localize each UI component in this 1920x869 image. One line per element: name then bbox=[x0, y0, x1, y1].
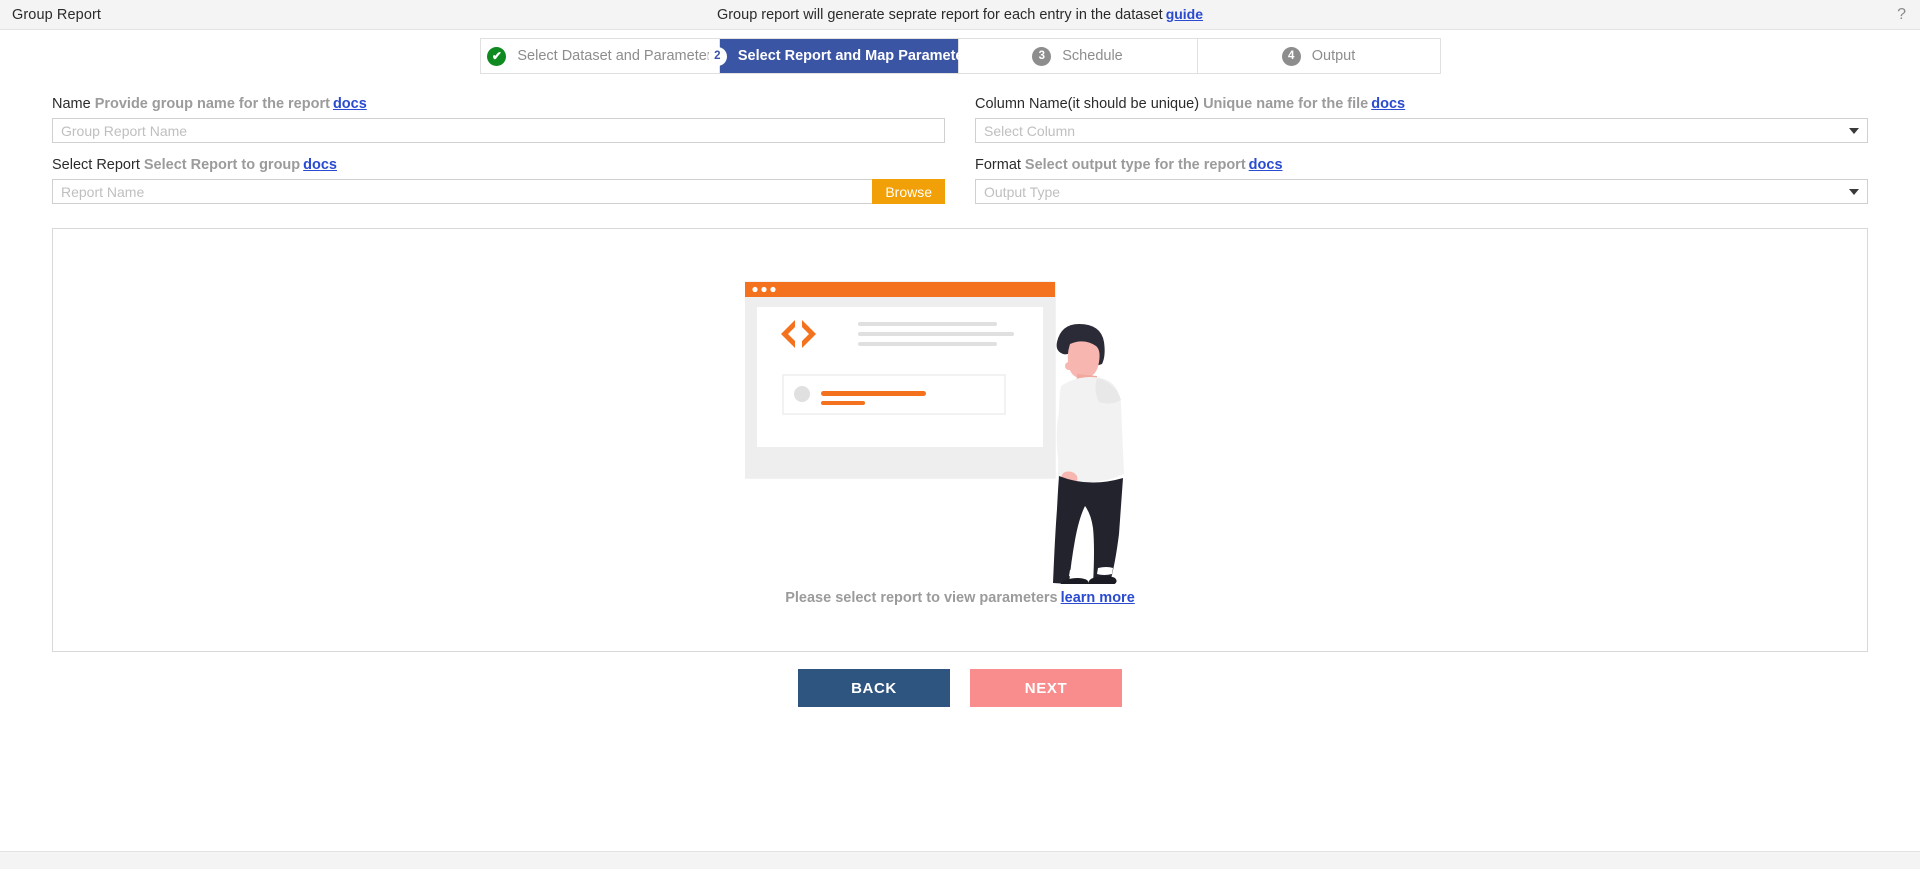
page-title: Group Report bbox=[12, 6, 102, 23]
field-format-label-row: Format Select output type for the report d… bbox=[975, 157, 1868, 173]
wizard-stepper: ✔ Select Dataset and Parameter 2 Select … bbox=[479, 38, 1441, 74]
form-column-left: Name Provide group name for the report doc… bbox=[52, 96, 945, 218]
select-column-dropdown[interactable] bbox=[975, 118, 1868, 143]
help-icon[interactable]: ? bbox=[1897, 6, 1906, 23]
field-column-name-label-row: Column Name(it should be unique) Unique n… bbox=[975, 96, 1868, 112]
check-circle-icon: ✔ bbox=[487, 46, 507, 66]
bottom-status-strip bbox=[0, 851, 1920, 869]
field-column-name: Column Name(it should be unique) Unique n… bbox=[975, 96, 1868, 143]
field-select-report-hint: Select Report to group bbox=[143, 157, 301, 173]
form-column-right: Column Name(it should be unique) Unique n… bbox=[975, 96, 1868, 218]
parameters-empty-state-panel: Please select report to view parameters l… bbox=[52, 228, 1868, 652]
app-header: Group Report Group report will generate … bbox=[0, 0, 1920, 30]
wizard-footer: BACK NEXT bbox=[0, 669, 1920, 707]
form-grid: Name Provide group name for the report doc… bbox=[52, 96, 1868, 218]
select-column-wrap bbox=[975, 118, 1868, 143]
step-label: Select Report and Map Parameter bbox=[737, 48, 970, 64]
header-description: Group report will generate seprate repor… bbox=[716, 7, 1163, 23]
field-format: Format Select output type for the report d… bbox=[975, 157, 1868, 204]
field-format-label: Format bbox=[975, 157, 1021, 173]
field-name: Name Provide group name for the report doc… bbox=[52, 96, 945, 143]
form-section: Name Provide group name for the report doc… bbox=[0, 74, 1920, 218]
field-name-label: Name bbox=[52, 96, 91, 112]
step-schedule[interactable]: 3 Schedule bbox=[958, 39, 1198, 73]
step-select-report-and-map-parameter[interactable]: 2 Select Report and Map Parameter bbox=[707, 39, 969, 73]
field-select-report-label: Select Report bbox=[52, 157, 140, 173]
field-select-report-label-row: Select Report Select Report to group docs bbox=[52, 157, 945, 173]
docs-link-name[interactable]: docs bbox=[333, 96, 367, 112]
field-name-hint: Provide group name for the report bbox=[94, 96, 330, 112]
field-name-label-row: Name Provide group name for the report doc… bbox=[52, 96, 945, 112]
step-number-badge: 2 bbox=[707, 46, 727, 66]
docs-link-format[interactable]: docs bbox=[1249, 157, 1283, 173]
field-column-name-label: Column Name(it should be unique) bbox=[975, 96, 1200, 112]
output-type-dropdown[interactable] bbox=[975, 179, 1868, 204]
step-label: Output bbox=[1311, 48, 1356, 64]
back-button[interactable]: BACK bbox=[798, 669, 950, 707]
docs-link-column-name[interactable]: docs bbox=[1371, 96, 1405, 112]
report-name-input[interactable] bbox=[52, 179, 873, 204]
step-number-badge: 3 bbox=[1032, 46, 1052, 66]
step-number-badge: 4 bbox=[1281, 46, 1301, 66]
field-select-report: Select Report Select Report to group docs … bbox=[52, 157, 945, 204]
developer-window-illustration bbox=[744, 274, 1175, 589]
empty-state-caption-row: Please select report to view parameters l… bbox=[785, 590, 1135, 606]
wizard-stepper-wrap: ✔ Select Dataset and Parameter 2 Select … bbox=[0, 30, 1920, 74]
step-label: Select Dataset and Parameter bbox=[517, 48, 712, 64]
field-column-name-hint: Unique name for the file bbox=[1203, 96, 1369, 112]
guide-link[interactable]: guide bbox=[1166, 6, 1203, 22]
browse-button[interactable]: Browse bbox=[872, 179, 945, 204]
group-report-name-input[interactable] bbox=[52, 118, 945, 143]
next-button[interactable]: NEXT bbox=[970, 669, 1122, 707]
field-format-hint: Select output type for the report bbox=[1024, 157, 1246, 173]
docs-link-select-report[interactable]: docs bbox=[303, 157, 337, 173]
header-description-wrap: Group report will generate seprate repor… bbox=[0, 6, 1920, 23]
step-output[interactable]: 4 Output bbox=[1197, 39, 1440, 73]
empty-state-caption: Please select report to view parameters bbox=[785, 590, 1058, 606]
output-type-wrap bbox=[975, 179, 1868, 204]
step-select-dataset-and-parameter[interactable]: ✔ Select Dataset and Parameter bbox=[480, 39, 720, 73]
step-label: Schedule bbox=[1062, 48, 1123, 64]
learn-more-link[interactable]: learn more bbox=[1061, 590, 1135, 606]
report-name-input-row: Browse bbox=[52, 179, 945, 204]
